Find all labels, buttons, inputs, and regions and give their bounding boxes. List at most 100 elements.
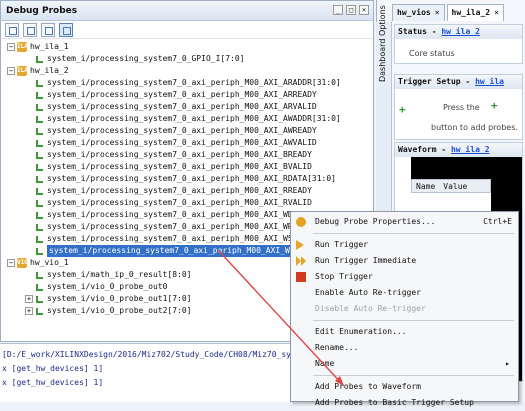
- tree-label: system_i/vio_0_probe_out1[7:0]: [47, 294, 192, 303]
- tab-hw-vios[interactable]: hw_vios ×: [392, 4, 445, 21]
- tree-label: system_i/processing_system7_0_axi_periph…: [47, 150, 312, 159]
- inline-plus-icon: +: [491, 99, 498, 112]
- menu-item-label: Add Probes to Basic Trigger Setup: [315, 398, 474, 407]
- tree-label: system_i/processing_system7_0_axi_periph…: [47, 78, 341, 87]
- menu-item-label: Edit Enumeration...: [315, 327, 407, 336]
- probe-row[interactable]: system_i/processing_system7_0_axi_periph…: [3, 77, 371, 89]
- probe-row[interactable]: system_i/processing_system7_0_axi_periph…: [3, 161, 371, 173]
- probe-icon: [35, 79, 44, 88]
- menu-item-disable-auto-re-trigger[interactable]: Disable Auto Re-trigger: [291, 301, 518, 317]
- collapse-icon[interactable]: −: [7, 259, 15, 267]
- probe-row[interactable]: system_i/processing_system7_0_axi_periph…: [3, 197, 371, 209]
- status-link[interactable]: hw ila 2: [441, 27, 480, 36]
- tree-label: system_i/processing_system7_0_axi_periph…: [47, 114, 341, 123]
- menu-item-label: Stop Trigger: [315, 272, 373, 281]
- expand-icon[interactable]: +: [25, 295, 33, 303]
- menu-item-label: Debug Probe Properties...: [315, 217, 436, 226]
- probe-icon: [35, 247, 44, 256]
- status-label: Status -: [398, 27, 442, 36]
- probe-icon: [35, 307, 44, 316]
- menu-item-run-trigger-immediate[interactable]: Run Trigger Immediate: [291, 253, 518, 269]
- probe-row[interactable]: system_i/processing_system7_0_axi_periph…: [3, 137, 371, 149]
- trigger-setup-header: Trigger Setup - hw ila: [395, 75, 522, 89]
- probe-icon: [35, 187, 44, 196]
- show-all-icon[interactable]: [41, 22, 55, 37]
- tree-label: system_i/processing_system7_0_axi_periph…: [47, 90, 317, 99]
- waveform-columns: Name Value: [411, 179, 491, 193]
- trigger-setup-link[interactable]: hw ila: [475, 77, 504, 86]
- collapse-icon[interactable]: −: [7, 43, 15, 51]
- probe-row[interactable]: system_i/processing_system7_0_axi_periph…: [3, 173, 371, 185]
- tab-close-icon[interactable]: ×: [494, 8, 499, 17]
- tree-label: system_i/vio_0_probe_out2[7:0]: [47, 306, 192, 315]
- tree-node-hw-ila-2[interactable]: − ILA hw_ila_2: [3, 65, 371, 77]
- waveform-label: Waveform -: [398, 145, 451, 154]
- menu-item-stop-trigger[interactable]: Stop Trigger: [291, 269, 518, 285]
- probe-row[interactable]: system_i/processing_system7_0_axi_periph…: [3, 125, 371, 137]
- probe-row[interactable]: system_i/processing_system7_0_axi_periph…: [3, 101, 371, 113]
- tree-label: system_i/processing_system7_0_axi_periph…: [47, 162, 312, 171]
- menu-item-label: Disable Auto Re-trigger: [315, 304, 426, 313]
- probe-icon: [35, 199, 44, 208]
- tree-label: system_i/processing_system7_0_axi_periph…: [47, 102, 317, 111]
- tree-label: hw_ila_1: [30, 42, 69, 51]
- right-tabs: hw_vios × hw_ila_2 ×: [392, 4, 525, 21]
- tree-label: system_i/processing_system7_0_axi_periph…: [47, 138, 317, 147]
- tree-label: system_i/processing_system7_0_axi_periph…: [47, 174, 336, 183]
- tab-label: hw_ila_2: [451, 8, 491, 17]
- probe-icon: [35, 235, 44, 244]
- run-icon: [296, 240, 304, 250]
- menu-item-debug-probe-properties[interactable]: Debug Probe Properties... Ctrl+E: [291, 214, 518, 230]
- core-status-text: Core status: [409, 49, 455, 58]
- probe-row[interactable]: system_i/processing_system7_0_axi_periph…: [3, 185, 371, 197]
- menu-separator: [313, 375, 514, 376]
- restore-icon[interactable]: □: [346, 5, 356, 15]
- probes-toolbar: [1, 21, 373, 39]
- status-section: Status - hw ila 2 Core status: [394, 24, 523, 64]
- menu-item-enable-auto-re-trigger[interactable]: Enable Auto Re-trigger: [291, 285, 518, 301]
- tab-hw-ila-2[interactable]: hw_ila_2 ×: [446, 4, 504, 21]
- tree-label: system_i/processing_system7_0_axi_periph…: [47, 198, 312, 207]
- probe-row[interactable]: system_i/processing_system7_0_axi_periph…: [3, 113, 371, 125]
- add-probe-plus-icon[interactable]: +: [399, 104, 409, 115]
- menu-item-name[interactable]: Name ▸: [291, 356, 518, 372]
- menu-item-edit-enumeration[interactable]: Edit Enumeration...: [291, 324, 518, 340]
- panel-window-buttons: _ □ ×: [333, 5, 369, 15]
- menu-item-add-probes-to-basic-trigger-setup[interactable]: Add Probes to Basic Trigger Setup: [291, 395, 518, 411]
- trigger-setup-label: Trigger Setup -: [398, 77, 476, 86]
- menu-item-rename[interactable]: Rename...: [291, 340, 518, 356]
- probe-row[interactable]: system_i/processing_system7_0_GPIO_I[7:0…: [3, 53, 371, 65]
- tree-label: system_i/processing_system7_0_axi_periph…: [47, 126, 317, 135]
- waveform-link[interactable]: hw ila 2: [451, 145, 490, 154]
- menu-item-run-trigger[interactable]: Run Trigger: [291, 237, 518, 253]
- stop-icon: [296, 272, 306, 282]
- tree-node-hw-ila-1[interactable]: − ILA hw_ila_1: [3, 41, 371, 53]
- collapse-all-icon[interactable]: [23, 22, 37, 37]
- tree-label: system_i/processing_system7_0_axi_periph…: [47, 186, 312, 195]
- probe-row[interactable]: system_i/processing_system7_0_axi_periph…: [3, 149, 371, 161]
- menu-item-label: Rename...: [315, 343, 359, 352]
- probe-icon: [35, 175, 44, 184]
- add-probes-hint: button to add probes.: [431, 123, 518, 132]
- col-name: Name: [416, 182, 436, 191]
- probe-row[interactable]: system_i/processing_system7_0_axi_periph…: [3, 89, 371, 101]
- filter-icon[interactable]: [59, 22, 73, 37]
- probe-icon: [35, 139, 44, 148]
- panel-title: Debug Probes: [1, 1, 373, 21]
- collapse-icon[interactable]: −: [7, 67, 15, 75]
- expand-all-icon[interactable]: [5, 22, 19, 37]
- menu-item-label: Run Trigger: [315, 240, 368, 249]
- trigger-setup-section: Trigger Setup - hw ila + Press the + but…: [394, 74, 523, 140]
- tree-label: system_i/vio_0_probe_out0: [47, 282, 168, 291]
- menu-shortcut: Ctrl+E: [483, 217, 512, 226]
- tab-close-icon[interactable]: ×: [435, 8, 440, 17]
- minimize-icon[interactable]: _: [333, 5, 343, 15]
- run-immediate-icon: [296, 256, 306, 266]
- close-icon[interactable]: ×: [359, 5, 369, 15]
- menu-item-add-probes-to-waveform[interactable]: Add Probes to Waveform: [291, 379, 518, 395]
- expand-icon[interactable]: +: [25, 307, 33, 315]
- probe-icon: [35, 91, 44, 100]
- probe-icon: [35, 127, 44, 136]
- menu-item-label: Run Trigger Immediate: [315, 256, 417, 265]
- menu-item-label: Add Probes to Waveform: [315, 382, 421, 391]
